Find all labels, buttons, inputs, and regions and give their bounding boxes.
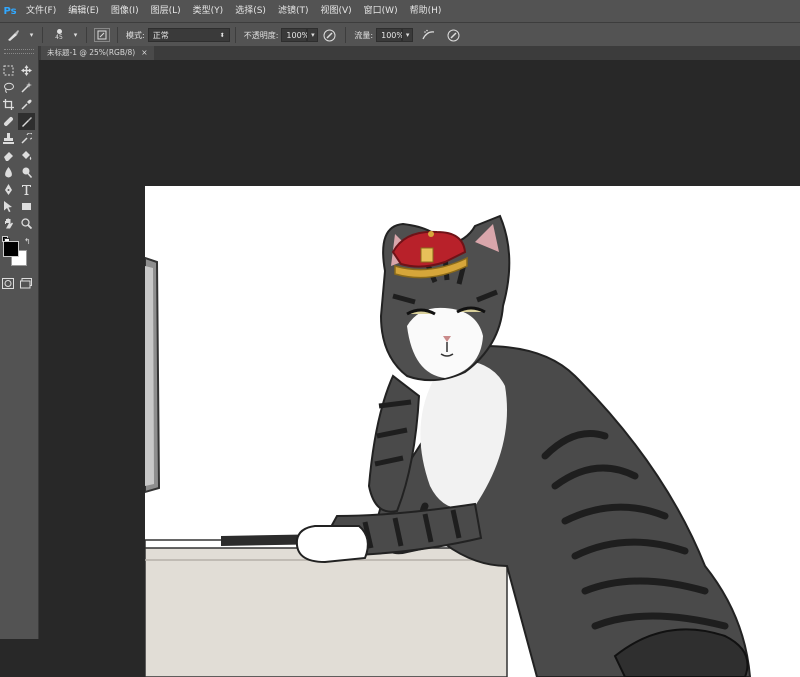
history-brush-tool[interactable]: [18, 130, 35, 147]
lasso-icon: [4, 82, 14, 93]
menu-layer[interactable]: 图层(L): [145, 0, 187, 22]
chevron-down-icon[interactable]: ▾: [70, 28, 81, 42]
menu-edit[interactable]: 编辑(E): [62, 0, 105, 22]
menu-file[interactable]: 文件(F): [20, 0, 62, 22]
pen-tool[interactable]: [0, 181, 17, 198]
cat-illustration: [145, 214, 752, 677]
opacity-slider-toggle[interactable]: ▾: [307, 28, 319, 42]
tools-panel: ↰: [0, 46, 39, 639]
screen-mode-button[interactable]: [20, 274, 34, 289]
close-icon[interactable]: ×: [141, 46, 147, 60]
brush-panel-toggle[interactable]: [94, 28, 110, 42]
lasso-tool[interactable]: [0, 79, 17, 96]
magic-wand-icon: [21, 82, 32, 93]
chevron-down-icon[interactable]: ▾: [26, 28, 37, 42]
pen-pressure-size-icon: [447, 29, 460, 41]
eyedropper-icon: [21, 99, 32, 110]
app-logo: Ps: [3, 5, 17, 17]
mode-label: 模式:: [126, 30, 145, 40]
zoom-tool[interactable]: [18, 215, 35, 232]
flow-label: 流量:: [354, 30, 374, 40]
mode-select[interactable]: 正常 ⬍: [147, 28, 230, 42]
bucket-icon: [22, 151, 32, 160]
healing-tool[interactable]: [0, 113, 17, 130]
menu-window[interactable]: 窗口(W): [358, 0, 404, 22]
menu-select[interactable]: 选择(S): [229, 0, 272, 22]
separator: [42, 27, 43, 43]
hand-tool[interactable]: [0, 215, 17, 232]
document-canvas[interactable]: [145, 186, 800, 677]
flow-slider-toggle[interactable]: ▾: [402, 28, 414, 42]
opacity-input[interactable]: 100%: [281, 28, 310, 42]
eraser-icon: [4, 152, 13, 161]
menu-type[interactable]: 类型(Y): [187, 0, 230, 22]
stamp-tool[interactable]: [0, 130, 17, 147]
marquee-tool[interactable]: [0, 62, 17, 79]
magic-wand-tool[interactable]: [18, 79, 35, 96]
move-icon: [21, 65, 32, 76]
separator: [86, 27, 87, 43]
healing-icon: [4, 117, 13, 126]
brush-size-value: 45: [55, 34, 63, 41]
pressure-opacity-button[interactable]: [320, 27, 338, 43]
workspace[interactable]: [39, 60, 800, 677]
brush-icon: [8, 30, 19, 41]
pen-icon: [5, 184, 12, 195]
type-tool[interactable]: [18, 181, 35, 198]
eraser-tool[interactable]: [0, 147, 17, 164]
marquee-icon: [3, 65, 14, 76]
menu-filter[interactable]: 滤镜(T): [272, 0, 315, 22]
opacity-label: 不透明度:: [243, 30, 279, 40]
path-select-tool[interactable]: [0, 198, 17, 215]
document-tab-title: 未标题-1 @ 25%(RGB/8): [47, 48, 136, 57]
eyedropper-tool[interactable]: [18, 96, 35, 113]
screen-mode-icon: [20, 278, 32, 289]
options-bar: ▾ 45 ▾ 模式: 正常 ⬍ 不透明度: 100% ▾ 流量: 100% ▾: [0, 22, 800, 48]
quick-mask-button[interactable]: [2, 274, 16, 289]
crop-tool[interactable]: [0, 96, 17, 113]
blur-icon: [5, 167, 12, 178]
dodge-tool[interactable]: [18, 164, 35, 181]
separator: [234, 27, 236, 43]
panel-grip[interactable]: [4, 49, 34, 54]
dodge-icon: [22, 167, 32, 178]
menu-image[interactable]: 图像(I): [105, 0, 145, 22]
opacity-value: 100%: [286, 30, 310, 40]
path-select-icon: [4, 201, 12, 212]
swap-colors-icon[interactable]: ↰: [24, 237, 31, 246]
crop-icon: [3, 99, 14, 110]
airbrush-button[interactable]: [419, 27, 439, 43]
move-tool[interactable]: [18, 62, 35, 79]
type-icon: [22, 185, 31, 195]
shape-icon: [22, 203, 31, 210]
mode-value: 正常: [152, 30, 169, 40]
airbrush-icon: [422, 29, 435, 39]
pen-pressure-icon: [323, 29, 336, 41]
quick-mask-icon: [2, 278, 14, 289]
zoom-icon: [21, 218, 32, 229]
brush-size-picker[interactable]: 45: [50, 27, 68, 43]
foreground-color-swatch[interactable]: [3, 241, 19, 257]
brush-icon: [22, 117, 32, 127]
blur-tool[interactable]: [0, 164, 17, 181]
flow-input[interactable]: 100%: [376, 28, 404, 42]
hand-icon: [5, 218, 13, 229]
chevron-updown-icon: ⬍: [219, 31, 225, 39]
flow-value: 100%: [381, 30, 404, 40]
separator: [117, 27, 118, 43]
brush-panel-icon: [97, 30, 107, 40]
history-brush-icon: [21, 133, 32, 144]
menu-view[interactable]: 视图(V): [314, 0, 357, 22]
stamp-icon: [3, 133, 14, 144]
document-tab-bar: 未标题-1 @ 25%(RGB/8) ×: [38, 46, 800, 60]
shape-tool[interactable]: [18, 198, 35, 215]
separator: [345, 27, 347, 43]
brush-tool[interactable]: [18, 113, 35, 130]
tool-preset-picker[interactable]: [2, 27, 24, 43]
menu-help[interactable]: 帮助(H): [404, 0, 448, 22]
pressure-size-button[interactable]: [443, 27, 463, 43]
document-tab[interactable]: 未标题-1 @ 25%(RGB/8) ×: [41, 46, 154, 60]
menu-bar: Ps 文件(F) 编辑(E) 图像(I) 图层(L) 类型(Y) 选择(S) 滤…: [0, 0, 800, 22]
bucket-tool[interactable]: [18, 147, 35, 164]
